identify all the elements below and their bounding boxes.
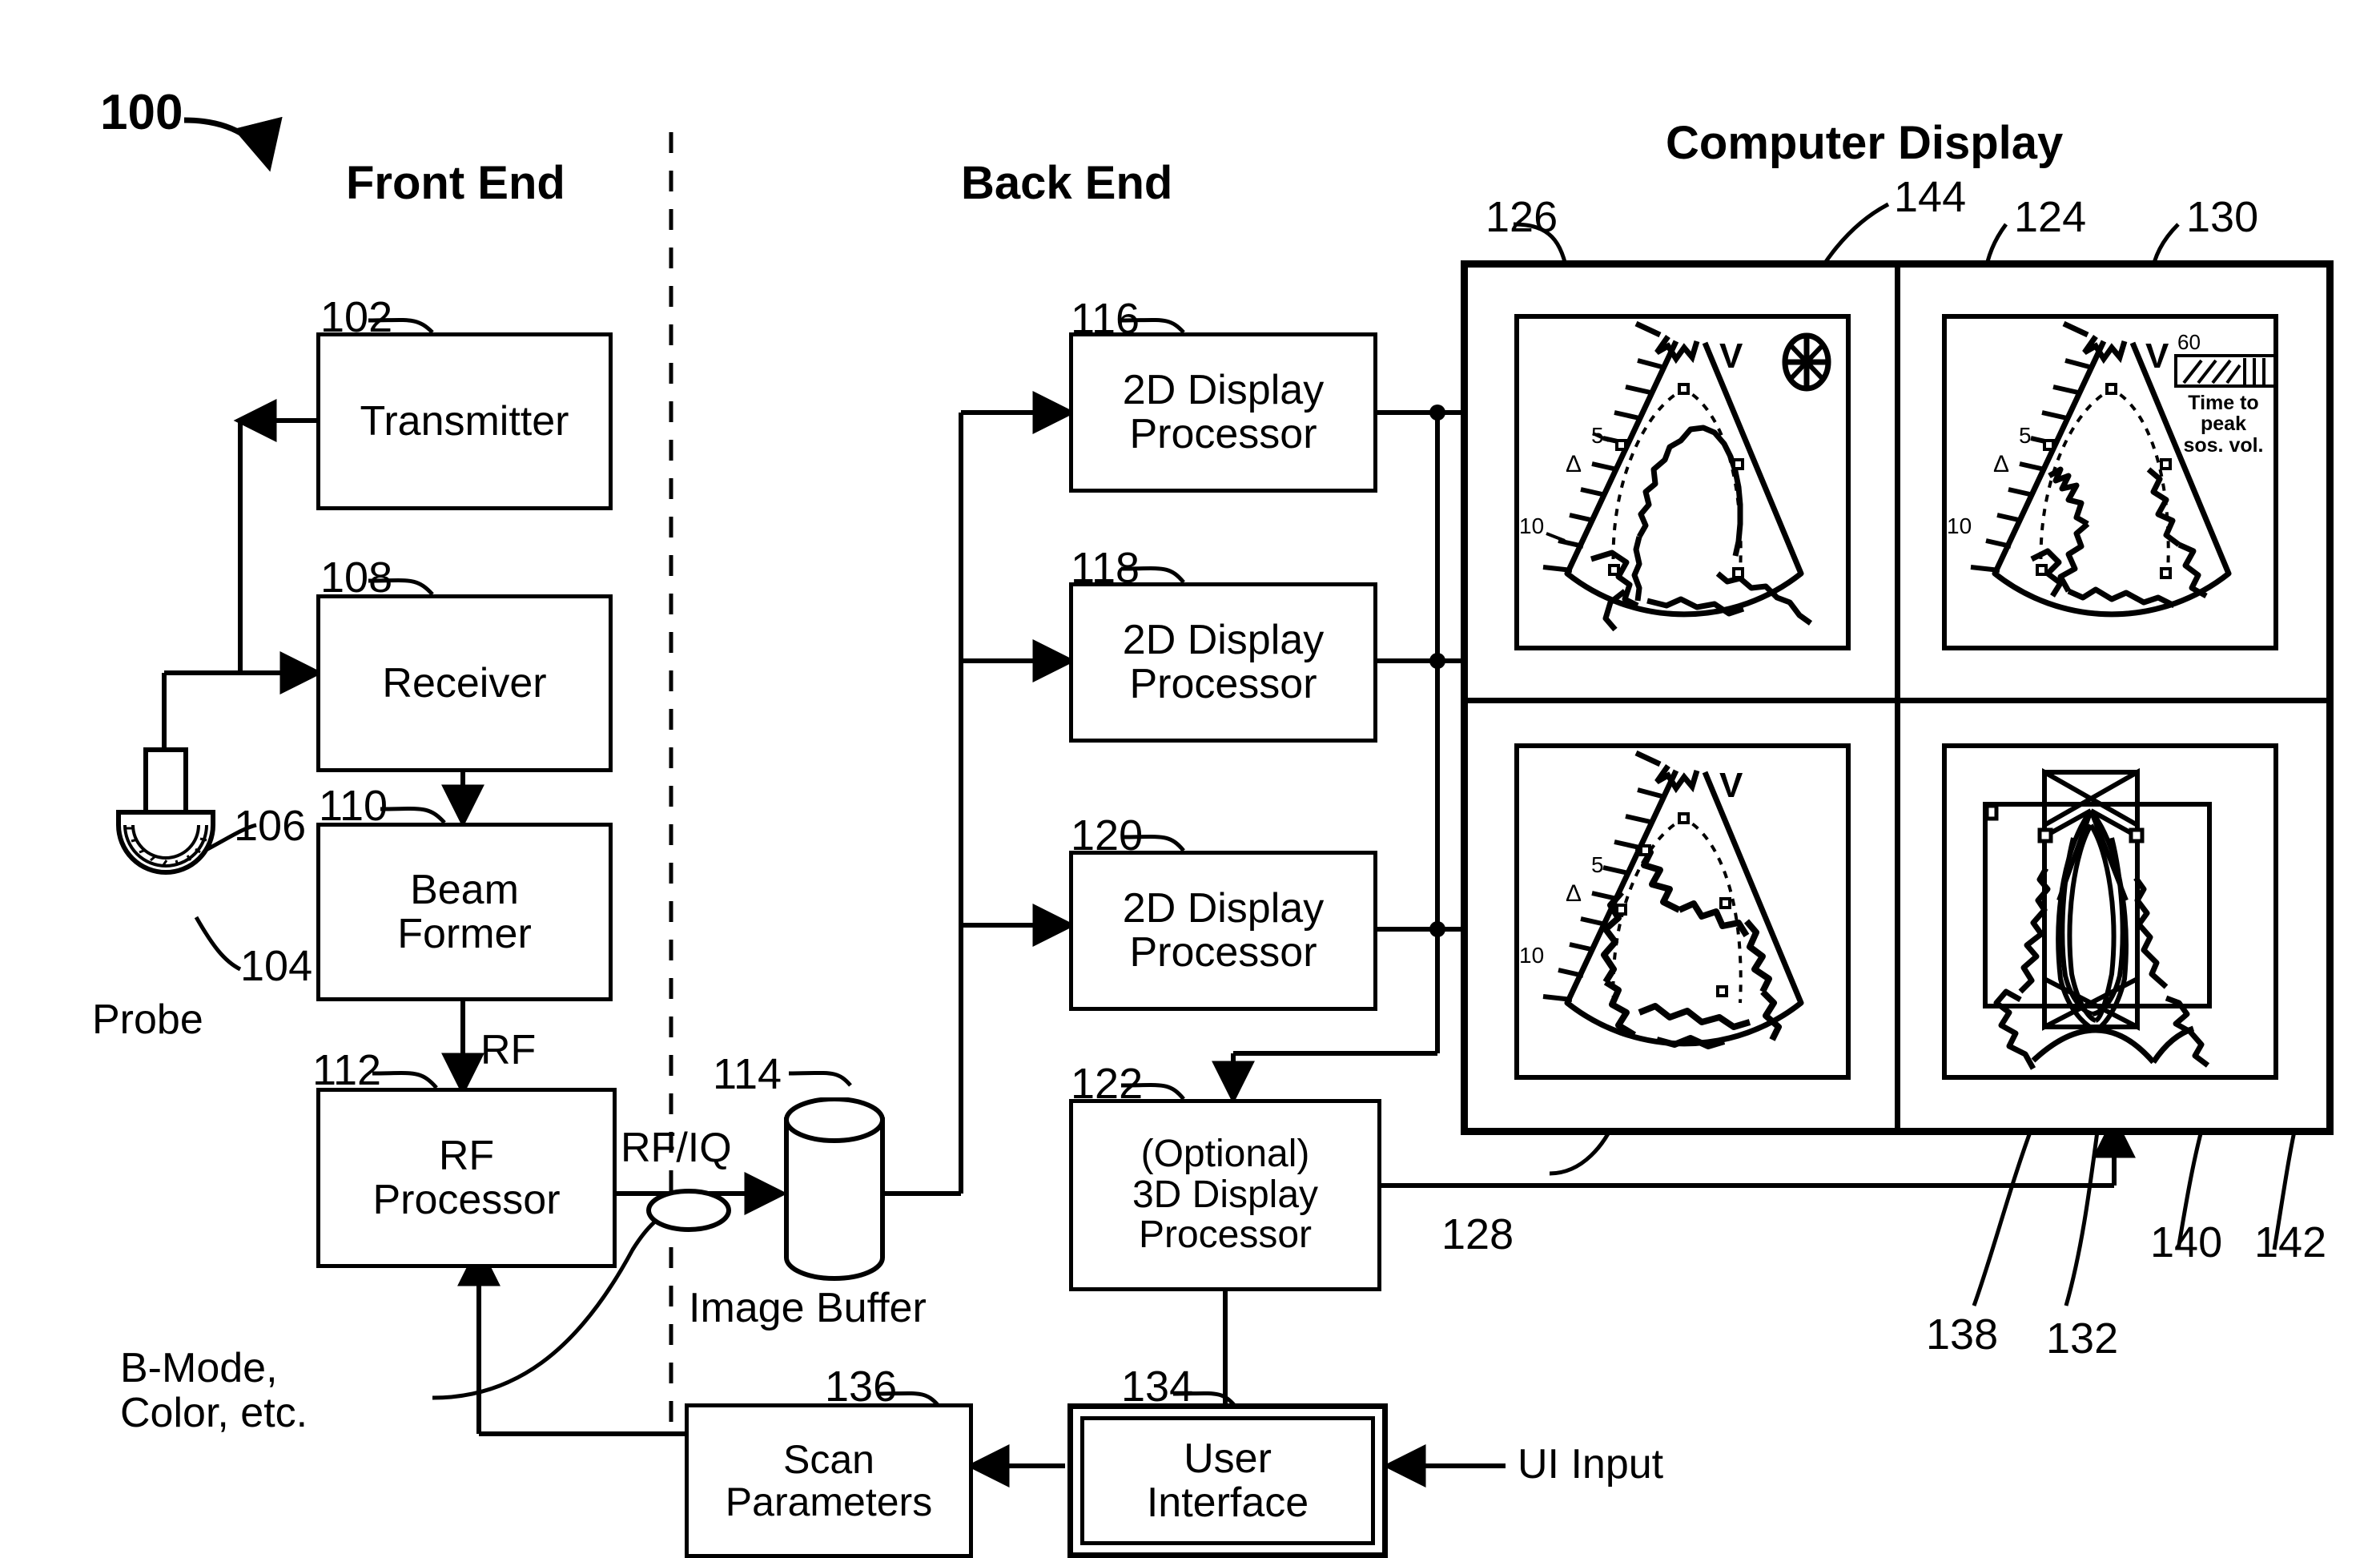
ref-140: 140 bbox=[2150, 1218, 2223, 1266]
panel-top-left-tick-10: 10 bbox=[1519, 513, 1545, 538]
panel-bottom-left-caliper-delta: Δ bbox=[1566, 880, 1582, 907]
ref-130: 130 bbox=[2186, 193, 2259, 241]
panel-top-right-tick-5: 5 bbox=[2019, 423, 2032, 448]
probe-label: Probe bbox=[92, 996, 203, 1043]
display-panel-top-left[interactable]: V 5 10 Δ bbox=[1514, 314, 1851, 650]
bmode-color-label: B-Mode, Color, etc. bbox=[120, 1345, 308, 1437]
panel-bottom-left-tick-5: 5 bbox=[1591, 852, 1604, 877]
panel-top-left-tick-5: 5 bbox=[1591, 423, 1604, 448]
figure-number: 100 bbox=[100, 85, 183, 140]
block-2d-display-processor-120-label: 2D Display Processor bbox=[1122, 885, 1325, 976]
block-user-interface-label: User Interface bbox=[1146, 1435, 1309, 1526]
ultrasound-sector-bottom-left bbox=[1542, 750, 1804, 1049]
quad-divider-horizontal bbox=[1468, 698, 2326, 703]
ref-138: 138 bbox=[1926, 1310, 1999, 1359]
block-scan-parameters-label: Scan Parameters bbox=[725, 1437, 933, 1524]
panel-top-right-tick-10: 10 bbox=[1947, 513, 1972, 538]
image-buffer-label: Image Buffer bbox=[689, 1285, 927, 1331]
section-title-back-end: Back End bbox=[961, 157, 1173, 209]
block-scan-parameters[interactable]: Scan Parameters bbox=[685, 1403, 973, 1558]
ref-132: 132 bbox=[2046, 1314, 2119, 1363]
panel-bottom-left-tick-10: 10 bbox=[1519, 943, 1545, 968]
block-2d-display-processor-118[interactable]: 2D Display Processor bbox=[1069, 582, 1377, 743]
section-title-computer-display: Computer Display bbox=[1666, 117, 2064, 169]
colorbar bbox=[2174, 354, 2273, 388]
ref-124: 124 bbox=[2014, 193, 2087, 241]
block-3d-display-processor-122-label: (Optional) 3D Display Processor bbox=[1132, 1133, 1319, 1257]
block-beam-former-label: Beam Former bbox=[397, 866, 532, 957]
panel-top-left-v-marker: V bbox=[1719, 336, 1743, 376]
block-3d-display-processor-122[interactable]: (Optional) 3D Display Processor bbox=[1069, 1099, 1381, 1291]
display-panel-top-right[interactable]: V 60 Time to peak sos. vol. 5 10 Δ bbox=[1942, 314, 2278, 650]
block-2d-display-processor-118-label: 2D Display Processor bbox=[1122, 617, 1325, 707]
ref-106: 106 bbox=[234, 802, 307, 850]
panel-bottom-left-v-marker: V bbox=[1719, 766, 1743, 805]
block-user-interface[interactable]: User Interface bbox=[1067, 1403, 1388, 1558]
image-buffer-icon[interactable] bbox=[777, 1097, 893, 1282]
block-rf-processor-label: RF Processor bbox=[372, 1132, 561, 1223]
rf-iq-signal-label: RF/IQ bbox=[621, 1125, 732, 1171]
block-2d-display-processor-116-label: 2D Display Processor bbox=[1122, 367, 1325, 457]
rosette-icon[interactable] bbox=[1782, 332, 1831, 393]
panel-top-right-caliper-delta: Δ bbox=[1993, 451, 2010, 477]
ref-114: 114 bbox=[713, 1050, 782, 1098]
block-receiver[interactable]: Receiver bbox=[316, 594, 613, 772]
ref-126: 126 bbox=[1485, 193, 1558, 241]
three-d-volume-rendering bbox=[1983, 767, 2212, 1070]
block-2d-display-processor-116[interactable]: 2D Display Processor bbox=[1069, 332, 1377, 493]
panel-top-right-colorbar-max: 60 bbox=[2177, 330, 2201, 354]
display-panel-bottom-left[interactable]: V 5 10 Δ bbox=[1514, 743, 1851, 1080]
ui-input-label: UI Input bbox=[1518, 1441, 1664, 1488]
section-title-front-end: Front End bbox=[346, 157, 565, 209]
patent-figure-canvas: 100 Front End Back End Computer Display … bbox=[0, 0, 2380, 1558]
rf-signal-label: RF bbox=[480, 1027, 537, 1073]
block-transmitter-label: Transmitter bbox=[360, 397, 569, 445]
block-rf-processor[interactable]: RF Processor bbox=[316, 1088, 617, 1268]
signal-junction-ellipse bbox=[646, 1189, 731, 1232]
ref-128: 128 bbox=[1441, 1210, 1514, 1258]
panel-top-right-colorbar-caption: Time to peak sos. vol. bbox=[2183, 392, 2264, 457]
panel-top-right-v-marker: V bbox=[2145, 336, 2169, 376]
computer-display-frame: V 5 10 Δ V 60 Time to peak sos. vol. 5 1… bbox=[1461, 260, 2334, 1135]
block-receiver-label: Receiver bbox=[382, 659, 547, 707]
ref-144: 144 bbox=[1894, 173, 1967, 221]
display-panel-bottom-right-3d[interactable] bbox=[1942, 743, 2278, 1080]
block-beam-former[interactable]: Beam Former bbox=[316, 823, 613, 1001]
ref-142: 142 bbox=[2254, 1218, 2327, 1266]
ref-104: 104 bbox=[240, 942, 313, 990]
panel-top-left-caliper-delta: Δ bbox=[1566, 451, 1582, 477]
block-transmitter[interactable]: Transmitter bbox=[316, 332, 613, 510]
block-2d-display-processor-120[interactable]: 2D Display Processor bbox=[1069, 851, 1377, 1011]
block-user-interface-inner: User Interface bbox=[1080, 1416, 1375, 1545]
